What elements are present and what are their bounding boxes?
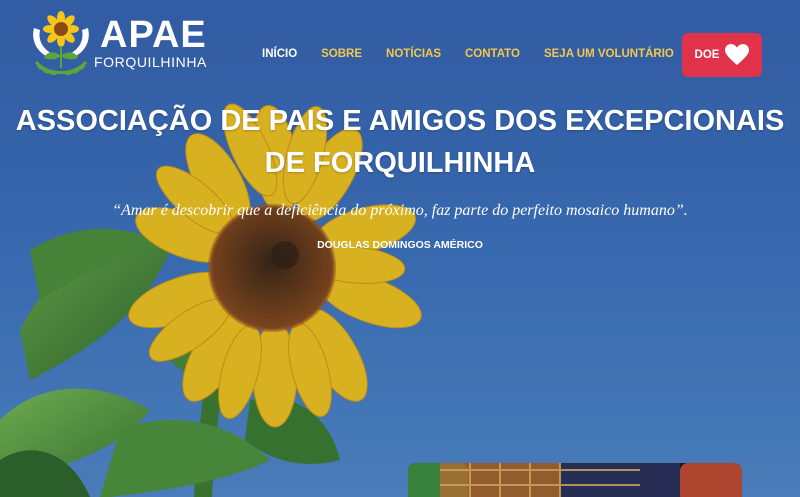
sunflower-hands-logo-icon: [33, 11, 89, 76]
main-nav: INÍCIO SOBRE NOTÍCIAS CONTATO SEJA UM VO…: [262, 48, 698, 60]
page-title: ASSOCIAÇÃO DE PAIS E AMIGOS DOS EXCEPCIO…: [0, 100, 800, 184]
nav-sobre[interactable]: SOBRE: [321, 48, 362, 60]
logo-title: APAE: [100, 14, 207, 56]
quote-author: DOUGLAS DOMINGOS AMÉRICO: [317, 239, 483, 251]
page-title-line1: ASSOCIAÇÃO DE PAIS E AMIGOS DOS EXCEPCIO…: [15, 105, 785, 137]
donate-button[interactable]: DOE: [682, 33, 762, 77]
nav-noticias[interactable]: NOTÍCIAS: [386, 48, 441, 60]
nav-contato[interactable]: CONTATO: [465, 48, 520, 60]
preview-card[interactable]: [408, 463, 742, 497]
heart-icon: [725, 44, 750, 65]
page-title-line2: DE FORQUILHINHA: [264, 147, 536, 179]
nav-inicio[interactable]: INÍCIO: [262, 48, 297, 60]
logo-subtitle: FORQUILHINHA: [94, 54, 207, 70]
hero-quote: “Amar é descobrir que a deficiência do p…: [112, 202, 688, 219]
nav-voluntario[interactable]: SEJA UM VOLUNTÁRIO: [544, 48, 674, 60]
site-logo[interactable]: APAE FORQUILHINHA: [28, 10, 218, 80]
donate-label: DOE: [694, 49, 720, 61]
